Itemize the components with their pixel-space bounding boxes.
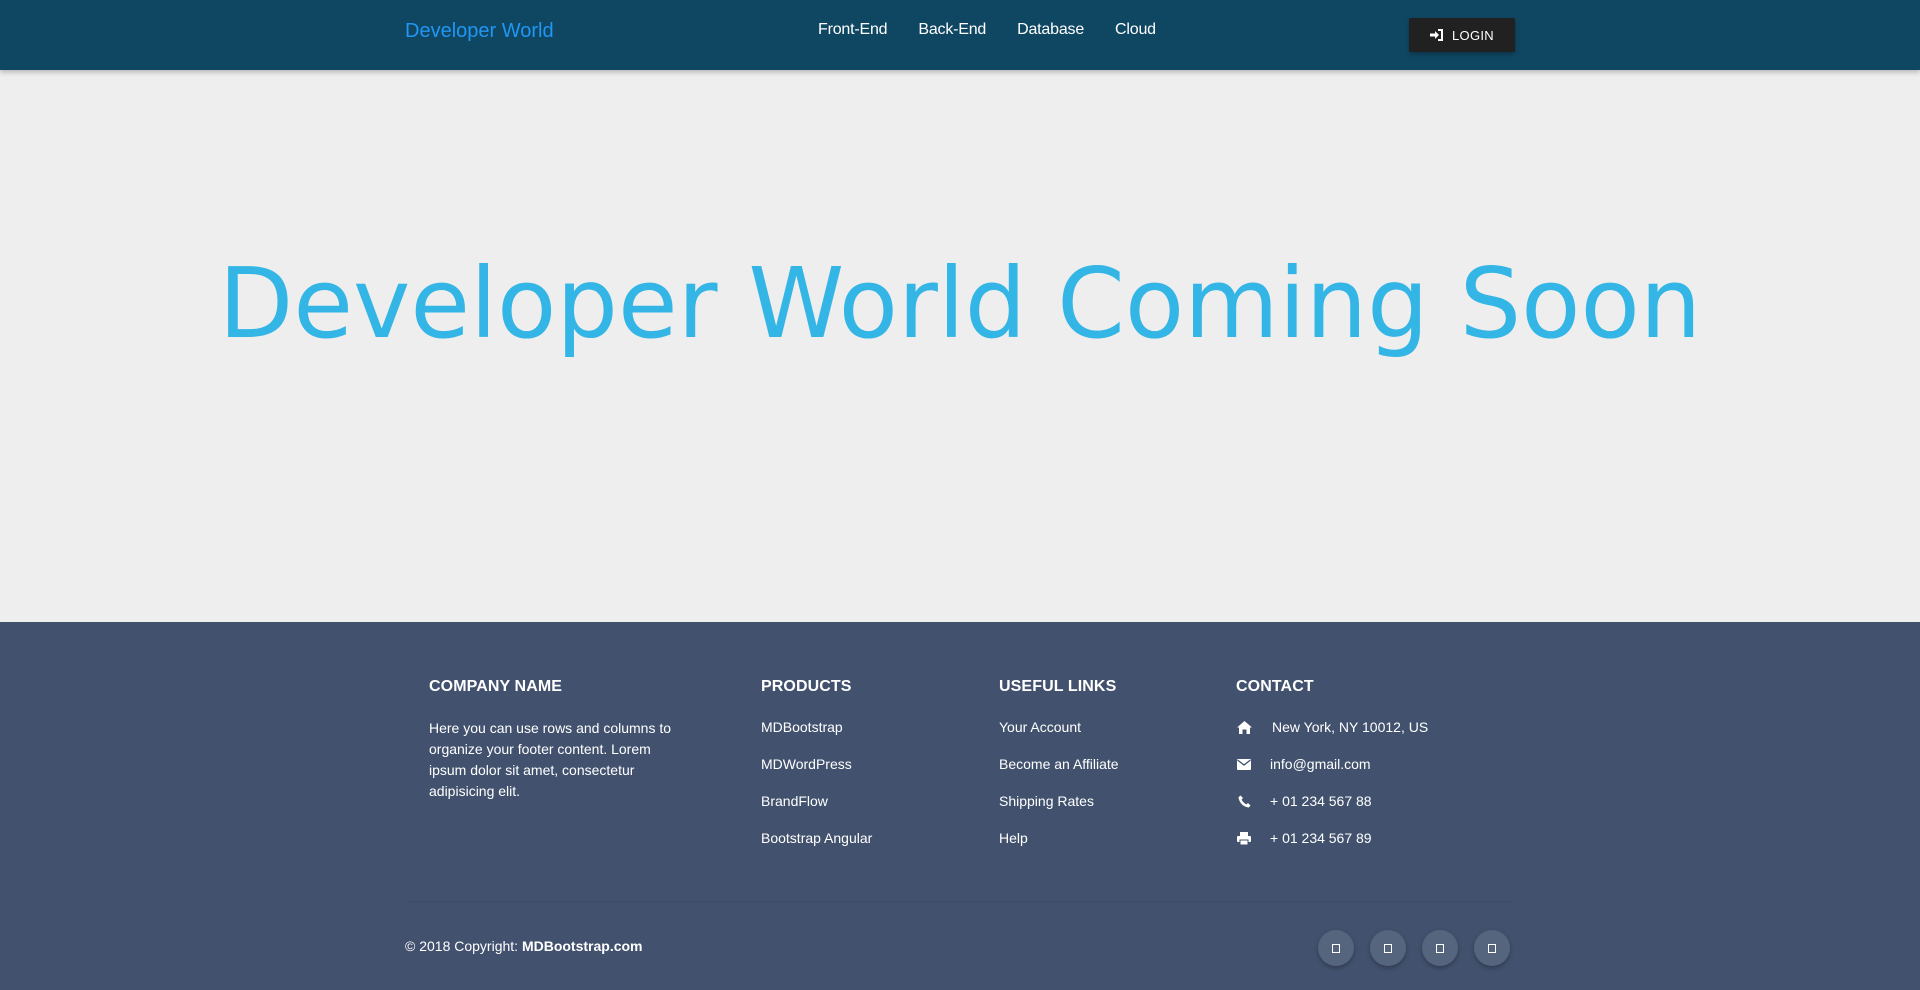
login-label: LOGIN — [1452, 27, 1494, 43]
nav-link-front-end[interactable]: Front-End — [818, 21, 888, 39]
social-button-2[interactable] — [1370, 930, 1406, 966]
hero-title: Developer World Coming Soon — [218, 247, 1702, 360]
hero-section: Developer World Coming Soon — [0, 70, 1920, 622]
list-item: Bootstrap Angular — [761, 830, 872, 867]
products-list: MDBootstrap MDWordPress BrandFlow Bootst… — [761, 719, 872, 867]
list-item: BrandFlow — [761, 793, 872, 830]
contact-phone: + 01 234 567 88 — [1236, 793, 1428, 830]
footer: COMPANY NAME Here you can use rows and c… — [0, 622, 1920, 990]
social-button-1[interactable] — [1318, 930, 1354, 966]
footer-contact-column: CONTACT New York, NY 10012, US info@gmai… — [1236, 678, 1428, 867]
brand-link[interactable]: Developer World — [405, 20, 554, 43]
company-heading: COMPANY NAME — [429, 678, 563, 695]
social-icon-2 — [1384, 943, 1392, 953]
copyright-link[interactable]: MDBootstrap.com — [522, 938, 643, 954]
footer-useful-links-column: USEFUL LINKS Your Account Become an Affi… — [999, 678, 1119, 867]
navbar: Developer World Front-End Back-End Datab… — [0, 0, 1920, 70]
social-button-4[interactable] — [1474, 930, 1510, 966]
home-icon — [1236, 719, 1252, 735]
contact-fax-text: + 01 234 567 89 — [1270, 830, 1372, 846]
contact-address: New York, NY 10012, US — [1236, 719, 1428, 756]
list-item: Your Account — [999, 719, 1119, 756]
product-link-bootstrap-angular[interactable]: Bootstrap Angular — [761, 830, 872, 846]
footer-company-column: COMPANY NAME Here you can use rows and c… — [429, 678, 689, 802]
social-button-3[interactable] — [1422, 930, 1458, 966]
products-heading: PRODUCTS — [761, 678, 852, 695]
product-link-brandflow[interactable]: BrandFlow — [761, 793, 828, 809]
nav-link-cloud[interactable]: Cloud — [1115, 21, 1156, 39]
list-item: MDWordPress — [761, 756, 872, 793]
useful-links-heading: USEFUL LINKS — [999, 678, 1117, 695]
contact-heading: CONTACT — [1236, 678, 1314, 695]
list-item: Help — [999, 830, 1119, 867]
contact-email: info@gmail.com — [1236, 756, 1428, 793]
nav-link-back-end[interactable]: Back-End — [918, 21, 986, 39]
copyright: © 2018 Copyright: MDBootstrap.com — [405, 938, 643, 954]
contact-list: New York, NY 10012, US info@gmail.com + … — [1236, 719, 1428, 867]
product-link-mdwordpress[interactable]: MDWordPress — [761, 756, 852, 772]
company-description: Here you can use rows and columns to org… — [429, 720, 672, 799]
link-become-affiliate[interactable]: Become an Affiliate — [999, 756, 1119, 772]
list-item: Become an Affiliate — [999, 756, 1119, 793]
contact-fax: + 01 234 567 89 — [1236, 830, 1428, 867]
social-icon-1 — [1332, 943, 1340, 953]
link-shipping-rates[interactable]: Shipping Rates — [999, 793, 1094, 809]
social-buttons — [1318, 930, 1510, 966]
social-icon-4 — [1488, 943, 1496, 953]
copyright-prefix: © 2018 Copyright: — [405, 938, 522, 954]
link-help[interactable]: Help — [999, 830, 1028, 846]
social-icon-3 — [1436, 943, 1444, 953]
phone-icon — [1236, 793, 1252, 809]
link-your-account[interactable]: Your Account — [999, 719, 1081, 735]
product-link-mdbootstrap[interactable]: MDBootstrap — [761, 719, 843, 735]
envelope-icon — [1236, 756, 1252, 772]
contact-email-text: info@gmail.com — [1270, 756, 1371, 772]
footer-products-column: PRODUCTS MDBootstrap MDWordPress BrandFl… — [761, 678, 872, 867]
nav-link-database[interactable]: Database — [1017, 21, 1084, 39]
nav-links: Front-End Back-End Database Cloud — [818, 21, 1156, 39]
footer-divider — [405, 901, 1515, 902]
list-item: Shipping Rates — [999, 793, 1119, 830]
contact-phone-text: + 01 234 567 88 — [1270, 793, 1372, 809]
useful-links-list: Your Account Become an Affiliate Shippin… — [999, 719, 1119, 867]
contact-address-text: New York, NY 10012, US — [1272, 719, 1429, 735]
print-icon — [1236, 830, 1252, 846]
list-item: MDBootstrap — [761, 719, 872, 756]
sign-in-icon — [1430, 29, 1444, 41]
login-button[interactable]: LOGIN — [1409, 18, 1515, 52]
